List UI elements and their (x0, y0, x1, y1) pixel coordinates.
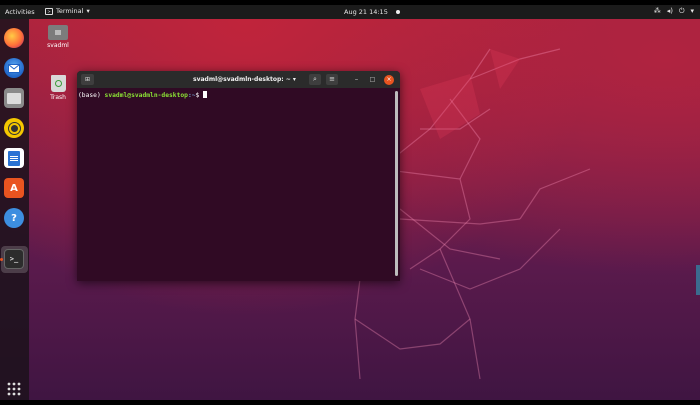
firefox-icon[interactable] (4, 28, 24, 48)
show-applications-icon[interactable] (4, 379, 24, 399)
desktop-trash-label: Trash (50, 94, 66, 101)
prompt-env: (base) (78, 92, 105, 99)
chevron-down-icon: ▾ (690, 7, 694, 15)
terminal-title: svadml@svadmln-desktop: ~ ▾ (193, 76, 296, 83)
desktop-home-folder[interactable]: svadml (43, 25, 73, 49)
minimize-button[interactable]: – (351, 74, 362, 85)
terminal-small-icon: > (45, 7, 53, 15)
desktop-trash[interactable]: Trash (43, 75, 73, 101)
terminal-titlebar[interactable]: ⊞ svadml@svadmln-desktop: ~ ▾ ⌕ ≡ – □ × (77, 71, 400, 88)
network-icon: ⁂ (653, 7, 661, 15)
system-tray[interactable]: ⁂ ◂) ⏻ ▾ (654, 7, 694, 16)
app-menu[interactable]: > Terminal ▾ (45, 7, 90, 15)
terminal-body[interactable]: (base) svadml@svadmln-desktop:~$ (77, 88, 400, 281)
chevron-down-icon: ▾ (86, 7, 90, 15)
folder-home-icon (48, 25, 68, 40)
search-icon[interactable]: ⌕ (309, 74, 321, 85)
terminal-scrollbar[interactable] (395, 91, 398, 276)
new-tab-icon[interactable]: ⊞ (81, 74, 94, 85)
volume-icon: ◂) (666, 7, 673, 15)
help-icon[interactable]: ? (4, 208, 24, 228)
files-icon[interactable] (4, 88, 24, 108)
trash-icon (50, 75, 66, 92)
clock-label: Aug 21 14:15 (344, 8, 388, 16)
chevron-down-icon[interactable]: ▾ (293, 76, 296, 83)
text-cursor (203, 91, 208, 98)
maximize-button[interactable]: □ (367, 74, 378, 85)
terminal-window[interactable]: ⊞ svadml@svadmln-desktop: ~ ▾ ⌕ ≡ – □ × … (77, 71, 400, 281)
prompt-user: svadml@svadmln-desktop (104, 92, 188, 99)
writer-icon[interactable] (4, 148, 24, 168)
dock: A ? >_ (0, 19, 29, 400)
terminal-icon[interactable]: >_ (4, 249, 24, 269)
clock[interactable]: Aug 21 14:15 (344, 8, 400, 16)
app-menu-label: Terminal (56, 7, 84, 15)
software-store-icon[interactable]: A (4, 178, 24, 198)
prompt-path: :~ (187, 92, 196, 99)
rhythmbox-icon[interactable] (4, 118, 24, 138)
edge-handle (696, 265, 700, 295)
notification-dot-icon (395, 10, 400, 14)
screen: Activities > Terminal ▾ Aug 21 14:15 ⁂ ◂… (0, 5, 700, 400)
close-button[interactable]: × (384, 75, 394, 85)
prompt-line: (base) svadml@svadmln-desktop:~$ (78, 91, 399, 99)
thunderbird-icon[interactable] (4, 58, 24, 78)
top-bar: Activities > Terminal ▾ Aug 21 14:15 ⁂ ◂… (0, 5, 700, 19)
activities-button[interactable]: Activities (5, 8, 35, 16)
prompt-symbol: $ (195, 92, 204, 99)
power-icon: ⏻ (678, 7, 685, 15)
running-indicator (0, 258, 3, 261)
desktop-home-label: svadml (47, 42, 69, 49)
hamburger-menu-icon[interactable]: ≡ (326, 74, 338, 85)
